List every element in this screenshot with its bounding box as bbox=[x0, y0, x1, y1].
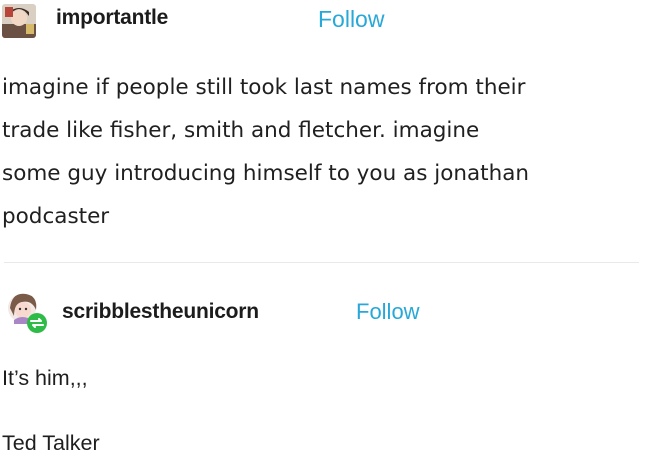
username[interactable]: scribblestheunicorn bbox=[62, 300, 259, 324]
follow-button[interactable]: Follow bbox=[318, 6, 384, 33]
follow-button[interactable]: Follow bbox=[356, 299, 420, 325]
user-avatar-icon[interactable] bbox=[2, 4, 36, 38]
username[interactable]: importantle bbox=[56, 6, 168, 30]
post-original: importantle Follow imagine if people sti… bbox=[0, 0, 645, 250]
post-header: importantle Follow bbox=[0, 0, 645, 44]
reply-text-line: It’s him,,, bbox=[2, 366, 88, 390]
post-body-text: imagine if people still took last names … bbox=[2, 75, 530, 229]
user-avatar-icon[interactable] bbox=[4, 290, 50, 336]
reply-text-line: Ted Talker bbox=[2, 431, 100, 455]
reblog-icon bbox=[27, 313, 47, 333]
divider bbox=[4, 262, 639, 263]
post-reblog: scribblestheunicorn Follow It’s him,,, T… bbox=[0, 268, 645, 455]
